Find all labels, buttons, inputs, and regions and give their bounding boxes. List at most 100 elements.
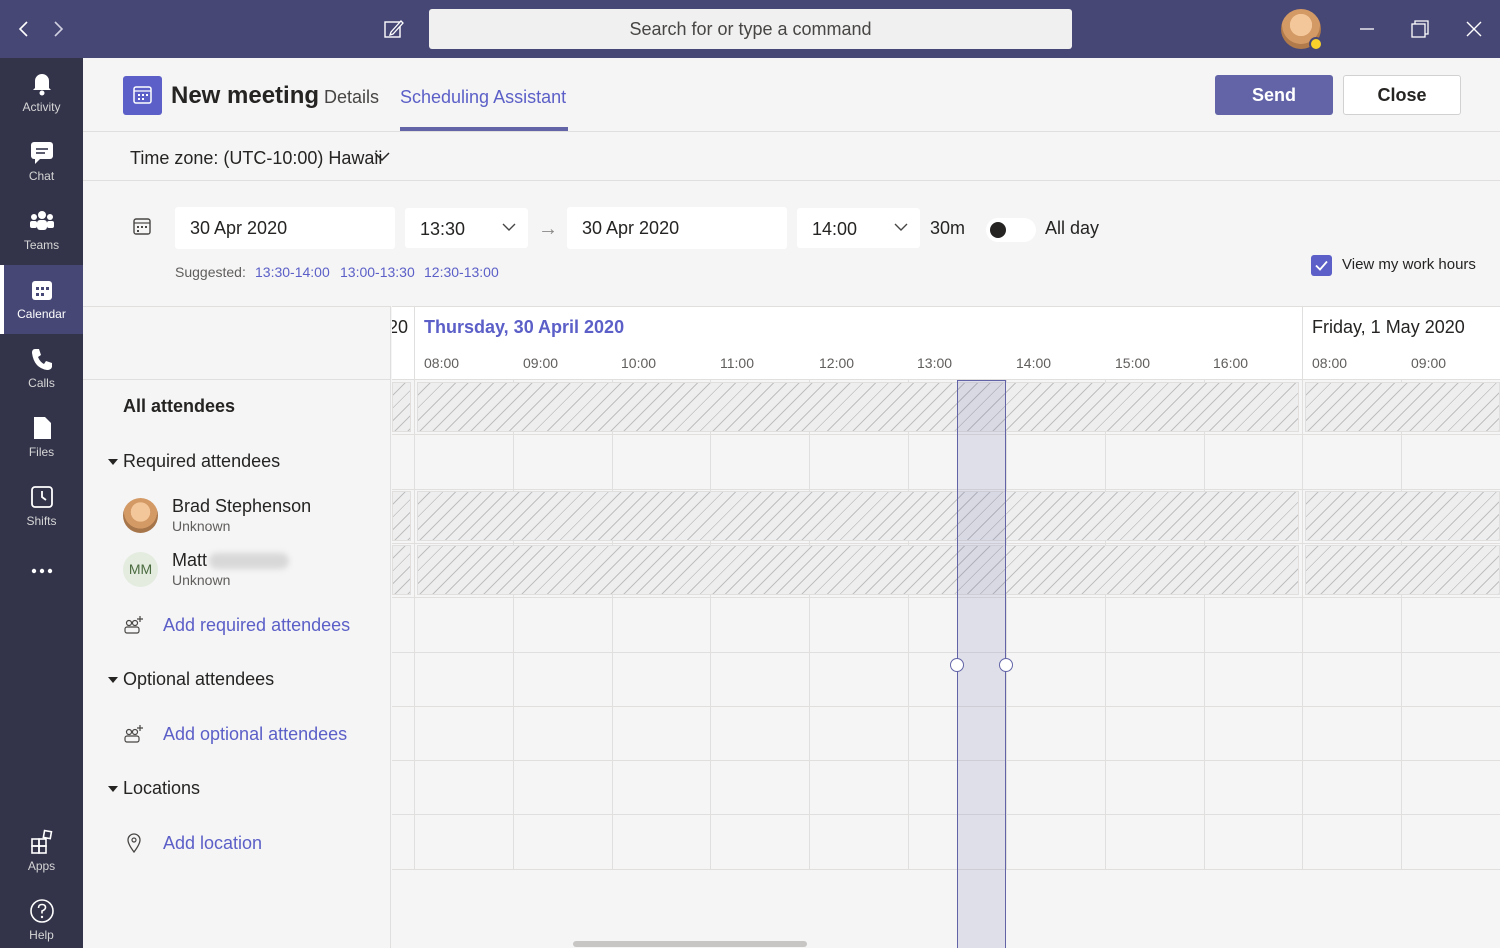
- optional-attendees-section[interactable]: Optional attendees: [108, 669, 274, 690]
- rail-item-calls[interactable]: Calls: [0, 334, 83, 403]
- chevron-down-icon[interactable]: [373, 149, 391, 163]
- rail-label: Activity: [22, 100, 61, 114]
- rail-item-help[interactable]: Help: [0, 886, 83, 948]
- redacted-surname: [209, 553, 290, 570]
- allday-toggle[interactable]: [986, 218, 1036, 242]
- row-gridline: [392, 543, 1500, 544]
- rail-label: Files: [28, 445, 55, 459]
- hour-gridline: [1401, 380, 1402, 870]
- hour-gridline: [1006, 380, 1007, 870]
- app-rail: Activity Chat Teams Calendar Calls Files…: [0, 58, 83, 948]
- row-gridline: [392, 869, 1500, 870]
- row-gridline: [392, 489, 1500, 490]
- add-location-link[interactable]: Add location: [163, 833, 262, 854]
- hour-label: 08:00: [424, 355, 460, 371]
- tab-details[interactable]: Details: [324, 87, 379, 108]
- page-title: New meeting: [171, 82, 320, 109]
- chat-icon: [31, 142, 53, 164]
- compose-icon[interactable]: [383, 18, 405, 40]
- rail-item-teams[interactable]: Teams: [0, 196, 83, 265]
- file-icon: [34, 417, 51, 439]
- locations-section[interactable]: Locations: [108, 778, 200, 799]
- hour-label: 13:00: [917, 355, 953, 371]
- send-button[interactable]: Send: [1215, 75, 1333, 115]
- hour-gridline: [809, 380, 810, 870]
- rail-item-files[interactable]: Files: [0, 403, 83, 472]
- suggested-label: Suggested:: [175, 264, 246, 280]
- add-optional-attendees-link[interactable]: Add optional attendees: [163, 724, 347, 745]
- busy-block: [1305, 382, 1500, 432]
- row-gridline: [392, 706, 1500, 707]
- restore-icon[interactable]: [1407, 16, 1433, 42]
- section-title: Required attendees: [123, 451, 281, 471]
- toggle-knob: [990, 222, 1006, 238]
- forward-icon[interactable]: [48, 18, 68, 40]
- status-badge: [1309, 37, 1323, 51]
- rail-item-activity[interactable]: Activity: [0, 58, 83, 127]
- busy-block: [417, 545, 1299, 595]
- hour-label: 10:00: [621, 355, 657, 371]
- avatar[interactable]: [1281, 9, 1323, 51]
- start-date-field[interactable]: 30 Apr 2020: [175, 207, 395, 249]
- title-bar: Search for or type a command: [0, 0, 1500, 58]
- required-attendees-section[interactable]: Required attendees: [108, 451, 280, 472]
- day-title: Thursday, 30 April 2020: [424, 317, 625, 337]
- more-icon: [31, 568, 53, 574]
- schedule-grid[interactable]: )20 Thursday, 30 April 2020 Friday, 1 Ma…: [392, 306, 1500, 948]
- location-pin-icon[interactable]: [123, 832, 145, 854]
- resize-handle-start[interactable]: [950, 658, 964, 672]
- hour-label: 15:00: [1115, 355, 1151, 371]
- end-time-dropdown[interactable]: 14:00: [797, 208, 920, 248]
- busy-block: [392, 382, 411, 432]
- hour-label: 09:00: [1411, 355, 1447, 371]
- row-gridline: [392, 434, 1500, 435]
- hour-label: 09:00: [523, 355, 559, 371]
- rail-item-apps[interactable]: Apps: [0, 817, 83, 886]
- arrow-right-icon: →: [538, 218, 558, 240]
- close-button[interactable]: Close: [1343, 75, 1461, 115]
- rail-item-shifts[interactable]: Shifts: [0, 472, 83, 541]
- start-time-dropdown[interactable]: 13:30: [405, 208, 528, 248]
- caret-down-icon: [108, 459, 118, 466]
- back-icon[interactable]: [14, 18, 34, 40]
- suggestion-link[interactable]: 13:30-14:00: [255, 264, 330, 280]
- tab-scheduling-assistant[interactable]: Scheduling Assistant: [400, 87, 566, 108]
- calendar-badge-icon: [123, 76, 162, 115]
- resize-handle-end[interactable]: [999, 658, 1013, 672]
- busy-block: [1305, 491, 1500, 541]
- avatar: [123, 498, 158, 533]
- rail-label: Calendar: [17, 307, 66, 321]
- rail-item-chat[interactable]: Chat: [0, 127, 83, 196]
- hour-gridline: [1105, 380, 1106, 870]
- minimize-icon[interactable]: [1354, 16, 1380, 42]
- rail-item-calendar[interactable]: Calendar: [0, 265, 83, 334]
- duration-label: 30m: [930, 218, 966, 238]
- end-time-value: 14:00: [812, 219, 858, 239]
- date-picker-icon[interactable]: [132, 216, 152, 236]
- rail-label: Apps: [27, 859, 56, 873]
- phone-icon: [32, 349, 52, 370]
- checkmark-icon: [1315, 260, 1328, 271]
- day-divider: [414, 307, 415, 870]
- hour-gridline: [1204, 380, 1205, 870]
- suggestion-link[interactable]: 12:30-13:00: [424, 264, 499, 280]
- workhours-checkbox[interactable]: [1311, 255, 1332, 276]
- prev-day-title: )20: [392, 317, 409, 337]
- busy-block: [392, 545, 411, 595]
- close-window-icon[interactable]: [1461, 16, 1487, 42]
- main-content: New meeting Details Scheduling Assistant…: [83, 58, 1500, 948]
- suggestion-link[interactable]: 13:00-13:30: [340, 264, 415, 280]
- search-input[interactable]: Search for or type a command: [429, 9, 1072, 49]
- timezone-selector[interactable]: Time zone: (UTC-10:00) Hawaii: [130, 148, 382, 169]
- chevron-down-icon: [502, 223, 516, 231]
- end-date-field[interactable]: 30 Apr 2020: [567, 207, 787, 249]
- hour-label: 16:00: [1213, 355, 1249, 371]
- add-people-icon[interactable]: [123, 723, 145, 745]
- add-required-attendees-link[interactable]: Add required attendees: [163, 615, 350, 636]
- add-people-icon[interactable]: [123, 614, 145, 636]
- attendees-header-spacer: [83, 307, 391, 380]
- workhours-label: View my work hours: [1342, 256, 1476, 273]
- more-apps-button[interactable]: [0, 541, 83, 610]
- day-divider: [1302, 307, 1303, 870]
- horizontal-scrollbar[interactable]: [573, 941, 807, 947]
